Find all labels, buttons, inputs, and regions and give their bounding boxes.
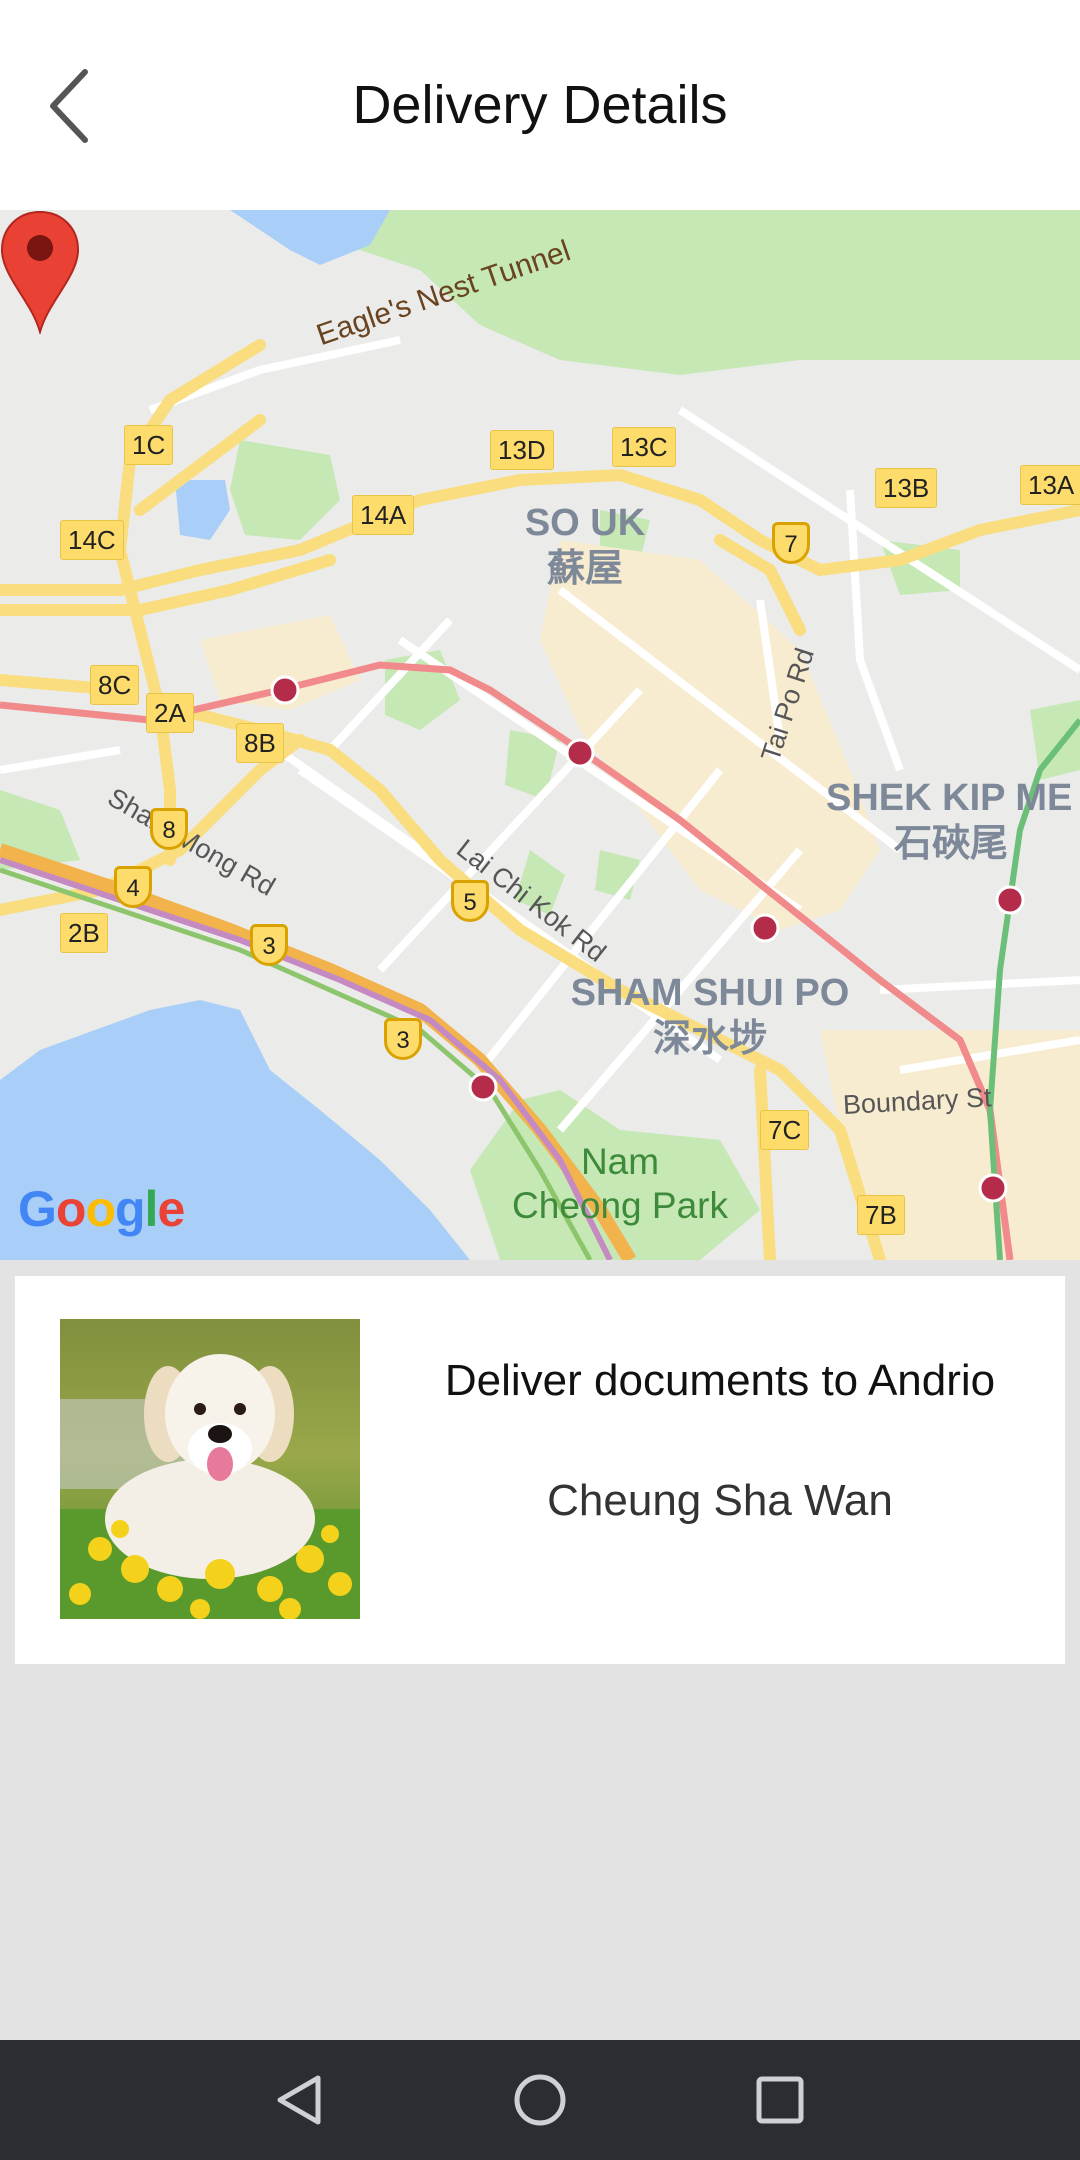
app-header: Delivery Details xyxy=(0,0,1080,210)
exit-marker: 8B xyxy=(236,723,284,763)
exit-marker: 14C xyxy=(60,520,124,560)
route-shield: 7 xyxy=(772,522,810,564)
exit-marker: 8C xyxy=(90,665,140,705)
triangle-back-icon xyxy=(277,2075,321,2125)
delivery-title: Deliver documents to Andrio xyxy=(444,1356,996,1405)
exit-marker: 2B xyxy=(60,913,108,953)
route-shield: 4 xyxy=(114,866,152,908)
nav-recents-button[interactable] xyxy=(730,2060,830,2140)
nav-back-button[interactable] xyxy=(250,2060,350,2140)
map-pin-icon[interactable] xyxy=(0,210,80,334)
route-shield: 8 xyxy=(150,808,188,850)
exit-marker: 13B xyxy=(875,468,938,508)
exit-marker: 13A xyxy=(1020,465,1080,505)
district-label-shek-kip-mei: SHEK KIP ME 石硤尾 xyxy=(826,777,1073,865)
delivery-card[interactable]: Deliver documents to Andrio Cheung Sha W… xyxy=(15,1276,1065,1664)
exit-marker: 14A xyxy=(352,495,415,535)
exit-marker: 13D xyxy=(490,430,554,470)
route-shield: 3 xyxy=(250,924,288,966)
dog-photo xyxy=(60,1319,360,1619)
circle-home-icon xyxy=(514,2074,566,2126)
exit-marker: 7B xyxy=(857,1195,905,1235)
delivery-location: Cheung Sha Wan xyxy=(547,1476,893,1525)
page-title: Delivery Details xyxy=(352,75,728,135)
park-label: Nam Cheong Park xyxy=(512,1141,728,1226)
google-logo: Google xyxy=(18,1181,185,1237)
system-nav-bar xyxy=(0,2040,1080,2160)
district-label-so-uk: SO UK 蘇屋 xyxy=(524,502,646,590)
route-shield: 3 xyxy=(384,1018,422,1060)
nav-home-button[interactable] xyxy=(490,2060,590,2140)
route-shield: 5 xyxy=(451,880,489,922)
exit-marker: 1C xyxy=(124,425,174,465)
exit-marker: 7C xyxy=(760,1110,810,1150)
exit-marker: 2A xyxy=(146,693,194,733)
square-recents-icon xyxy=(756,2076,804,2124)
recipient-photo xyxy=(60,1319,360,1619)
exit-marker: 13C xyxy=(612,427,676,467)
map-view[interactable]: Eagle's Nest Tunnel Sham Mong Rd Lai Chi… xyxy=(0,210,1080,1260)
district-label-sham-shui-po: SHAM SHUI PO 深水埗 xyxy=(570,972,850,1060)
